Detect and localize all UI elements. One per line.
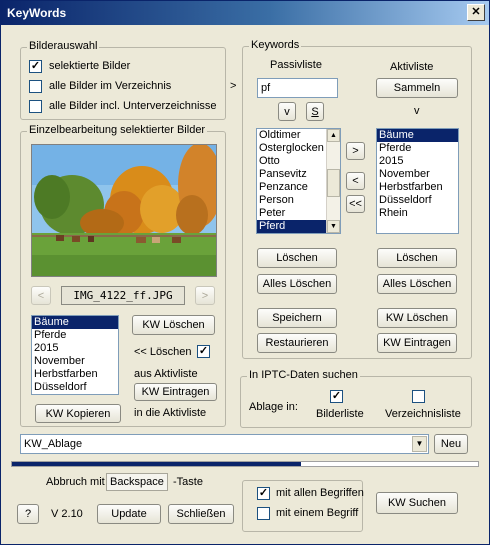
aktiv-v-label: v (414, 105, 420, 117)
list-item[interactable]: Bäume (32, 316, 118, 329)
in-die-aktivliste-label: in die Aktivliste (134, 407, 207, 419)
schliessen-button[interactable]: Schließen (168, 504, 234, 524)
mit-allen-checkbox[interactable]: ✓ (257, 487, 270, 500)
passiv-loeschen-button[interactable]: Löschen (257, 248, 337, 268)
kw-loeschen-image-button[interactable]: KW Löschen (132, 315, 215, 335)
selektierte-checkbox[interactable]: ✓ (29, 60, 42, 73)
bilderauswahl-group: Bilderauswahl ✓ selektierte Bilder alle … (20, 40, 226, 120)
search-mode-group: ✓ mit allen Begriffen mit einem Begriff (242, 480, 364, 532)
list-item[interactable]: Herbstfarben (32, 368, 118, 381)
restaurieren-button[interactable]: Restaurieren (257, 333, 337, 353)
mit-einem-label: mit einem Begriff (276, 507, 359, 519)
einzelbearbeitung-group: Einzelbearbeitung selektierter Bilder < … (20, 124, 226, 427)
update-button[interactable]: Update (97, 504, 161, 524)
verzeichnisliste-checkbox[interactable] (412, 390, 425, 403)
chevron-down-icon[interactable]: ▼ (412, 436, 427, 452)
bilderliste-checkbox[interactable]: ✓ (330, 390, 343, 403)
list-item[interactable]: Pferde (32, 329, 118, 342)
passiv-search-input[interactable]: pf (257, 78, 338, 98)
ablage-combobox[interactable]: KW_Ablage ▼ (20, 434, 429, 454)
verzeichnis-label: alle Bilder im Verzeichnis (49, 80, 172, 92)
iptc-legend: In IPTC-Daten suchen (247, 369, 360, 381)
aktiv-alles-loeschen-button[interactable]: Alles Löschen (377, 274, 457, 294)
progress-fill (12, 462, 301, 466)
kw-kopieren-button[interactable]: KW Kopieren (35, 404, 121, 423)
list-item[interactable]: Düsseldorf (377, 194, 458, 207)
verzeichnis-checkbox[interactable] (29, 80, 42, 93)
iptc-group: In IPTC-Daten suchen Ablage in: ✓ Bilder… (240, 369, 472, 428)
abbruch-suffix: -Taste (173, 476, 203, 488)
help-button[interactable]: ? (17, 504, 39, 524)
bilderliste-label: Bilderliste (316, 408, 364, 420)
list-item[interactable]: 2015 (32, 342, 118, 355)
loeschen-label: << Löschen (134, 346, 192, 358)
list-item[interactable]: Pferde (377, 142, 458, 155)
loeschen-checkbox[interactable]: ✓ (197, 345, 210, 358)
aktiv-loeschen-button[interactable]: Löschen (377, 248, 457, 268)
list-item[interactable]: Bäume (377, 129, 458, 142)
passiv-scrollbar[interactable]: ▲ ▼ (326, 129, 340, 233)
image-preview (31, 143, 222, 277)
list-item[interactable]: 2015 (377, 155, 458, 168)
scroll-down-icon[interactable]: ▼ (327, 220, 340, 233)
neu-button[interactable]: Neu (434, 434, 468, 454)
kw-eintragen-aktiv-button[interactable]: KW Eintragen (377, 333, 457, 353)
keywords-legend: Keywords (249, 39, 302, 51)
unterverzeichnis-label: alle Bilder incl. Unterverzeichnisse (49, 100, 217, 112)
prev-image-button[interactable]: < (31, 286, 51, 305)
keywords-group: Keywords Passivliste Aktivliste pf Samme… (242, 39, 472, 359)
backspace-key: Backspace (106, 473, 168, 491)
mit-allen-label: mit allen Begriffen (276, 487, 364, 499)
move-right-button[interactable]: > (346, 142, 365, 160)
ablage-value: KW_Ablage (24, 438, 83, 450)
photo-illustration (32, 143, 222, 276)
image-keyword-list[interactable]: Bäume Pferde 2015 November Herbstfarben … (31, 315, 119, 395)
abbruch-prefix: Abbruch mit (46, 476, 105, 488)
verzeichnisliste-label: Verzeichnisliste (385, 408, 461, 420)
filename-display: IMG_4122_ff.JPG (61, 286, 185, 305)
selektierte-label: selektierte Bilder (49, 60, 131, 72)
bilderauswahl-legend: Bilderauswahl (27, 40, 100, 52)
list-item[interactable]: November (32, 355, 118, 368)
aktivliste-list[interactable]: Bäume Pferde 2015 November Herbstfarben … (376, 128, 459, 234)
unterverzeichnis-checkbox[interactable] (29, 100, 42, 113)
next-image-button[interactable]: > (195, 286, 215, 305)
ablage-in-label: Ablage in: (249, 401, 298, 413)
progress-bar (11, 461, 479, 467)
move-all-left-button[interactable]: << (346, 195, 365, 213)
bilderauswahl-arrow: > (230, 80, 237, 92)
passivliste-list[interactable]: Oldtimer Osterglocken Otto Pansevitz Pen… (256, 128, 341, 234)
move-left-button[interactable]: < (346, 172, 365, 190)
close-button[interactable]: ✕ (467, 4, 485, 21)
list-item[interactable]: Herbstfarben (377, 181, 458, 194)
list-item[interactable]: Düsseldorf (32, 381, 118, 394)
mit-einem-checkbox[interactable] (257, 507, 270, 520)
keywords-window: KeyWords ✕ Bilderauswahl ✓ selektierte B… (0, 0, 490, 545)
passivliste-title: Passivliste (270, 59, 322, 71)
title-bar[interactable]: KeyWords ✕ (1, 1, 489, 25)
list-item[interactable]: Rhein (377, 207, 458, 220)
aus-aktivliste-label: aus Aktivliste (134, 368, 198, 380)
speichern-button[interactable]: Speichern (257, 308, 337, 328)
kw-eintragen-image-button[interactable]: KW Eintragen (134, 383, 217, 401)
list-item[interactable]: November (377, 168, 458, 181)
kw-suchen-button[interactable]: KW Suchen (376, 492, 458, 514)
passiv-alles-loeschen-button[interactable]: Alles Löschen (257, 274, 337, 294)
einzelbearbeitung-legend: Einzelbearbeitung selektierter Bilder (27, 124, 208, 136)
scroll-thumb[interactable] (327, 169, 340, 197)
passiv-down-button[interactable]: v (278, 102, 296, 121)
sammeln-button[interactable]: Sammeln (376, 78, 458, 98)
kw-loeschen-aktiv-button[interactable]: KW Löschen (377, 308, 457, 328)
version-label: V 2.10 (51, 508, 83, 520)
passiv-sort-button[interactable]: S (306, 102, 324, 121)
scroll-up-icon[interactable]: ▲ (327, 129, 340, 142)
window-title: KeyWords (7, 6, 67, 20)
aktivliste-title: Aktivliste (390, 61, 434, 73)
